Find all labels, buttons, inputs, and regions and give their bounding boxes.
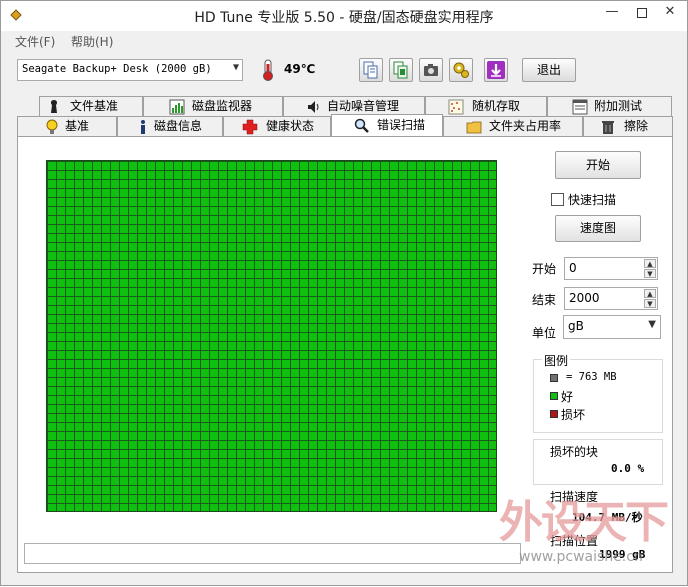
maximize-button[interactable] bbox=[627, 1, 657, 25]
unit-select-value: gB bbox=[568, 319, 584, 333]
tab-noise-management[interactable]: 自动噪音管理 bbox=[283, 96, 425, 116]
end-position-input[interactable]: 2000 ▲ ▼ bbox=[564, 287, 658, 310]
options-gear-icon bbox=[453, 62, 469, 78]
tab-label: 附加测试 bbox=[594, 99, 643, 113]
tab-label: 基准 bbox=[65, 119, 90, 133]
temperature-readout: 49℃ bbox=[284, 62, 316, 76]
spin-down-icon[interactable]: ▼ bbox=[644, 269, 656, 278]
end-position-label: 结束 bbox=[532, 293, 557, 307]
exit-button[interactable]: 退出 bbox=[522, 58, 576, 82]
bad-label: 损坏 bbox=[561, 408, 586, 422]
tab-folder-usage[interactable]: 文件夹占用率 bbox=[443, 116, 583, 136]
good-swatch bbox=[550, 392, 558, 400]
maximize-icon bbox=[637, 8, 647, 18]
close-button[interactable]: ✕ bbox=[654, 1, 686, 25]
legend-title: 图例 bbox=[542, 352, 571, 369]
good-label: 好 bbox=[561, 390, 574, 404]
copy-text-icon bbox=[363, 61, 378, 79]
tab-error-scan[interactable]: 错误扫描 bbox=[331, 114, 443, 136]
tab-random-access[interactable]: 随机存取 bbox=[425, 96, 547, 116]
start-position-value: 0 bbox=[569, 261, 577, 275]
random-access-icon bbox=[448, 99, 464, 115]
scan-position-label: 扫描位置 bbox=[550, 534, 599, 548]
scan-speed-value: 104.7 MB/秒 bbox=[572, 511, 643, 524]
start-position-input[interactable]: 0 ▲ ▼ bbox=[564, 257, 658, 280]
copy-info-button[interactable] bbox=[389, 58, 413, 82]
scan-block-map bbox=[46, 160, 497, 512]
damaged-blocks-value: 0.0 % bbox=[611, 462, 645, 475]
tab-label: 错误扫描 bbox=[377, 118, 426, 132]
copy-text-button[interactable] bbox=[359, 58, 383, 82]
disk-monitor-icon bbox=[169, 99, 185, 115]
app-window: HD Tune 专业版 5.50 - 硬盘/固态硬盘实用程序 — ✕ 文件(F)… bbox=[0, 0, 688, 586]
scan-position-value: 1999 gB bbox=[599, 548, 646, 561]
start-position-label: 开始 bbox=[532, 262, 557, 276]
drive-select-value: Seagate Backup+ Desk (2000 gB) bbox=[22, 63, 212, 75]
tab-extra-tests[interactable]: 附加测试 bbox=[547, 96, 672, 116]
menu-help[interactable]: 帮助(H) bbox=[71, 33, 113, 50]
copy-info-icon bbox=[393, 61, 408, 79]
tab-label: 擦除 bbox=[624, 119, 649, 133]
tab-label: 健康状态 bbox=[266, 119, 315, 133]
info-icon bbox=[141, 120, 145, 134]
status-bar bbox=[24, 543, 521, 564]
tab-file-benchmark[interactable]: 文件基准 bbox=[39, 96, 143, 116]
tab-benchmark[interactable]: 基准 bbox=[17, 116, 117, 136]
tab-disk-monitor[interactable]: 磁盘监视器 bbox=[143, 96, 283, 116]
start-scan-button[interactable]: 开始 bbox=[555, 151, 641, 179]
save-button[interactable] bbox=[484, 58, 508, 82]
block-size-swatch bbox=[550, 374, 558, 382]
quick-scan-checkbox[interactable] bbox=[551, 193, 564, 206]
benchmark-bulb-icon bbox=[46, 119, 58, 134]
spin-up-icon[interactable]: ▲ bbox=[644, 289, 656, 298]
speed-map-button[interactable]: 速度图 bbox=[555, 215, 641, 242]
tab-label: 文件夹占用率 bbox=[489, 119, 562, 133]
quick-scan-label: 快速扫描 bbox=[568, 193, 617, 207]
minimize-button[interactable]: — bbox=[597, 1, 627, 25]
end-position-value: 2000 bbox=[569, 291, 600, 305]
speaker-icon bbox=[308, 101, 319, 113]
damaged-blocks-label: 损坏的块 bbox=[550, 445, 599, 459]
save-download-icon bbox=[487, 61, 505, 79]
extra-tests-icon bbox=[572, 99, 588, 115]
screenshot-camera-icon bbox=[424, 64, 438, 76]
folder-icon bbox=[466, 121, 482, 134]
title-bar: HD Tune 专业版 5.50 - 硬盘/固态硬盘实用程序 — ✕ bbox=[1, 1, 687, 31]
tab-label: 磁盘监视器 bbox=[192, 99, 253, 113]
tab-disk-info[interactable]: 磁盘信息 bbox=[117, 116, 223, 136]
tab-label: 文件基准 bbox=[70, 99, 119, 113]
tab-label: 随机存取 bbox=[472, 99, 521, 113]
chevron-down-icon: ▼ bbox=[648, 319, 656, 330]
spin-up-icon[interactable]: ▲ bbox=[644, 259, 656, 268]
tab-label: 磁盘信息 bbox=[154, 119, 203, 133]
menu-file[interactable]: 文件(F) bbox=[15, 33, 55, 50]
unit-select[interactable]: gB ▼ bbox=[563, 315, 661, 339]
tab-erase[interactable]: 擦除 bbox=[583, 116, 673, 136]
chevron-down-icon: ▼ bbox=[232, 62, 239, 73]
menu-bar: 文件(F) 帮助(H) bbox=[1, 31, 687, 51]
scan-speed-label: 扫描速度 bbox=[550, 490, 599, 504]
options-button[interactable] bbox=[449, 58, 473, 82]
thermometer-icon bbox=[263, 59, 273, 81]
spin-down-icon[interactable]: ▼ bbox=[644, 299, 656, 308]
magnifier-icon bbox=[354, 118, 369, 133]
file-benchmark-icon bbox=[50, 100, 58, 113]
window-title: HD Tune 专业版 5.50 - 硬盘/固态硬盘实用程序 bbox=[194, 10, 494, 26]
block-size-text: = 763 MB bbox=[566, 371, 617, 383]
tab-health[interactable]: 健康状态 bbox=[223, 116, 331, 136]
trash-icon bbox=[602, 121, 614, 134]
health-cross-icon bbox=[242, 119, 258, 135]
unit-label: 单位 bbox=[532, 326, 557, 340]
bad-swatch bbox=[550, 410, 558, 418]
screenshot-button[interactable] bbox=[419, 58, 443, 82]
drive-select[interactable]: Seagate Backup+ Desk (2000 gB) ▼ bbox=[17, 59, 243, 81]
